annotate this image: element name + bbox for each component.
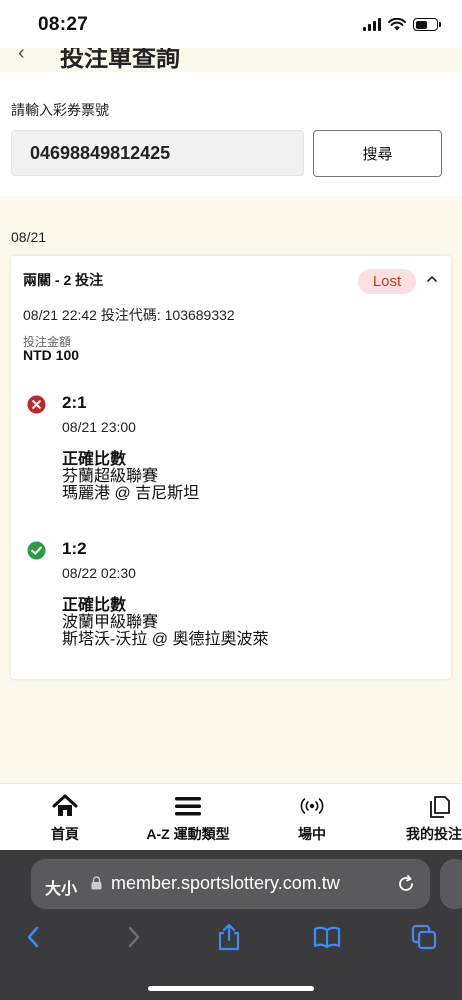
share-icon[interactable] xyxy=(214,922,244,952)
selection-item: 2:1 08/21 23:00 正確比數 芬蘭超級聯賽 瑪麗港 @ 吉尼斯坦 xyxy=(11,389,451,519)
signal-icon xyxy=(363,18,381,31)
reload-icon[interactable] xyxy=(396,874,416,894)
bet-meta: 08/21 22:42 投注代碼: 103689332 xyxy=(23,307,235,323)
selection-score: 1:2 xyxy=(62,539,87,558)
status-icons xyxy=(363,18,441,31)
nav-item-home[interactable]: 首頁 xyxy=(43,784,87,851)
url-text: member.sportslottery.com.tw xyxy=(111,873,340,893)
nav-label: 首頁 xyxy=(51,826,79,842)
nav-label: 我的投注 xyxy=(406,826,462,842)
menu-icon xyxy=(175,794,201,818)
ticket-number-input[interactable] xyxy=(11,130,304,176)
nav-item-sports-az[interactable]: A-Z 運動類型 xyxy=(135,784,241,851)
browser-toolbar: 大小 member.sportslottery.com.tw xyxy=(0,850,462,1000)
lock-icon xyxy=(91,876,102,890)
date-group-heading: 08/21 xyxy=(11,229,47,245)
status-time: 08:27 xyxy=(38,14,89,35)
back-icon[interactable] xyxy=(19,922,49,952)
ticket-search-section: 請輸入彩券票號 搜尋 xyxy=(0,72,462,196)
selection-market: 正確比數 xyxy=(62,597,127,614)
selection-league: 波蘭甲級聯賽 xyxy=(62,614,159,631)
bottom-nav: 首頁 A-Z 運動類型 場中 我的投注 xyxy=(0,783,462,850)
selection-score: 2:1 xyxy=(62,393,87,412)
bet-title: 兩關 - 2 投注 xyxy=(23,272,104,288)
forward-icon[interactable] xyxy=(118,922,148,952)
nav-item-my-bets[interactable]: 我的投注 xyxy=(406,784,462,851)
selection-item: 1:2 08/22 02:30 正確比數 波蘭甲級聯賽 斯塔沃-沃拉 @ 奧德拉… xyxy=(11,535,451,665)
status-badge: Lost xyxy=(358,269,416,294)
live-broadcast-icon xyxy=(299,794,325,818)
bet-card: 兩關 - 2 投注 Lost 08/21 22:42 投注代碼: 1036893… xyxy=(11,256,451,679)
home-icon xyxy=(52,794,78,818)
selection-time: 08/21 23:00 xyxy=(62,419,136,435)
address-bar[interactable]: 大小 member.sportslottery.com.tw xyxy=(31,859,430,909)
copy-pages-icon xyxy=(426,794,452,818)
battery-icon xyxy=(413,18,441,31)
wifi-icon xyxy=(388,18,406,31)
check-circle-icon xyxy=(27,541,46,560)
selection-league: 芬蘭超級聯賽 xyxy=(62,468,159,485)
x-circle-icon xyxy=(27,395,46,414)
chevron-up-icon[interactable] xyxy=(424,271,440,287)
ticket-search-label: 請輸入彩券票號 xyxy=(11,102,109,118)
nav-item-live[interactable]: 場中 xyxy=(290,784,334,851)
bookmarks-icon[interactable] xyxy=(312,922,342,952)
tabs-icon[interactable] xyxy=(409,922,439,952)
nav-label: A-Z 運動類型 xyxy=(146,826,230,842)
nav-label: 場中 xyxy=(298,826,326,842)
text-size-button[interactable]: 大小 xyxy=(45,875,77,899)
selection-teams: 斯塔沃-沃拉 @ 奧德拉奧波萊 xyxy=(62,631,269,648)
search-button[interactable]: 搜尋 xyxy=(313,130,442,177)
selection-time: 08/22 02:30 xyxy=(62,565,136,581)
selection-teams: 瑪麗港 @ 吉尼斯坦 xyxy=(62,485,200,502)
amount-value: NTD 100 xyxy=(23,347,80,363)
home-indicator xyxy=(148,986,314,991)
selection-market: 正確比數 xyxy=(62,451,127,468)
next-tab-peek[interactable] xyxy=(440,859,462,909)
status-bar: 08:27 xyxy=(0,0,462,48)
